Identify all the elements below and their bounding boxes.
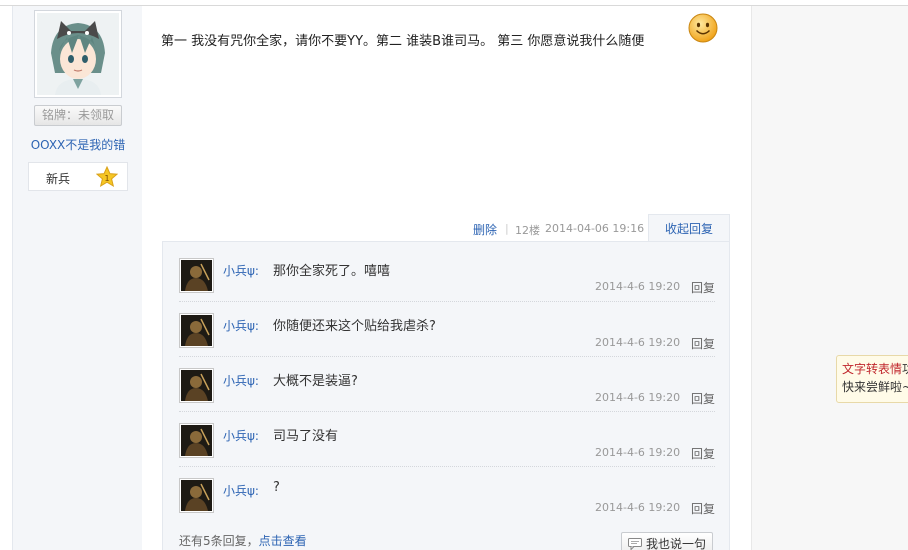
reply-panel: 小兵ψ: 那你全家死了。嘻嘻 2014-4-6 19:20 回复 小兵ψ: 你随… <box>162 241 730 550</box>
reply-username[interactable]: 小兵ψ: <box>223 482 259 499</box>
reply-item: 小兵ψ: 你随便还来这个贴给我虐杀? 2014-4-6 19:20 回复 <box>179 301 715 356</box>
reply-username[interactable]: 小兵ψ: <box>223 372 259 389</box>
author-column: 铭牌：未领取 OOXX不是我的错 新兵 1 <box>12 6 142 550</box>
tip-highlight: 文字转表情 <box>842 362 903 376</box>
reply-text: 大概不是装逼? <box>273 374 358 389</box>
tip-line2: 快来尝鲜啦~ <box>842 380 908 394</box>
left-gutter <box>0 6 12 550</box>
reply-username[interactable]: 小兵ψ: <box>223 262 259 279</box>
reply-username[interactable]: 小兵ψ: <box>223 427 259 444</box>
reply-item: 小兵ψ: 大概不是装逼? 2014-4-6 19:20 回复 <box>179 356 715 411</box>
post-time: 2014-04-06 19:16 <box>545 222 645 235</box>
delete-link[interactable]: 删除 <box>473 221 497 238</box>
badge-claim-button[interactable]: 铭牌：未领取 <box>34 105 122 126</box>
reply-time: 2014-4-6 19:20 <box>595 391 681 404</box>
reply-time: 2014-4-6 19:20 <box>595 501 681 514</box>
author-avatar[interactable] <box>34 10 122 98</box>
tip-rest: 功 <box>902 362 908 376</box>
reply-avatar-image <box>181 315 212 346</box>
reply-time: 2014-4-6 19:20 <box>595 446 681 459</box>
reply-item: 小兵ψ: ? 2014-4-6 19:20 回复 <box>179 466 715 521</box>
tail-separator: | <box>505 222 509 235</box>
collapse-replies-button[interactable]: 收起回复 <box>648 214 730 242</box>
more-replies-text: 还有5条回复， <box>179 534 259 548</box>
post-content: 第一 我没有咒你全家，请你不要YY。第二 谁装B谁司马。 第三 你愿意说我什么随… <box>161 34 645 49</box>
floor-number: 12楼 <box>515 224 540 237</box>
add-comment-label: 我也说一句 <box>646 537 707 550</box>
reply-button[interactable]: 回复 <box>691 335 715 352</box>
reply-time: 2014-4-6 19:20 <box>595 336 681 349</box>
reply-item: 小兵ψ: 司马了没有 2014-4-6 19:20 回复 <box>179 411 715 466</box>
reply-avatar[interactable] <box>179 368 214 403</box>
reply-button[interactable]: 回复 <box>691 390 715 407</box>
right-sidebar <box>752 6 908 550</box>
reply-text: 那你全家死了。嘻嘻 <box>273 264 391 279</box>
more-replies-line: 还有5条回复，点击查看 <box>179 532 307 549</box>
reply-avatar[interactable] <box>179 423 214 458</box>
comment-bubble-icon <box>628 538 642 550</box>
reply-button[interactable]: 回复 <box>691 279 715 296</box>
add-comment-button[interactable]: 我也说一句 <box>621 532 713 550</box>
reply-item: 小兵ψ: 那你全家死了。嘻嘻 2014-4-6 19:20 回复 <box>179 252 715 307</box>
reply-button[interactable]: 回复 <box>691 445 715 462</box>
level-box: 新兵 1 <box>28 162 128 191</box>
anime-avatar-image <box>37 13 119 95</box>
level-name: 新兵 <box>46 172 71 186</box>
level-number: 1 <box>104 174 109 183</box>
author-name-link[interactable]: OOXX不是我的错 <box>13 136 143 153</box>
smiley-emoticon-icon <box>688 13 718 43</box>
reply-avatar-image <box>181 260 212 291</box>
reply-text: 司马了没有 <box>273 429 339 444</box>
reply-username[interactable]: 小兵ψ: <box>223 317 259 334</box>
reply-avatar-image <box>181 480 212 511</box>
level-star-icon: 1 <box>96 166 118 188</box>
reply-avatar[interactable] <box>179 258 214 293</box>
reply-avatar-image <box>181 370 212 401</box>
reply-avatar-image <box>181 425 212 456</box>
reply-avatar[interactable] <box>179 313 214 348</box>
reply-avatar[interactable] <box>179 478 214 513</box>
reply-time: 2014-4-6 19:20 <box>595 280 681 293</box>
reply-button[interactable]: 回复 <box>691 500 715 517</box>
reply-text: ? <box>273 480 280 495</box>
emoticon-tip-popup[interactable]: 文字转表情功 快来尝鲜啦~ <box>836 355 908 403</box>
reply-text: 你随便还来这个贴给我虐杀? <box>273 319 436 334</box>
view-more-link[interactable]: 点击查看 <box>259 534 307 548</box>
